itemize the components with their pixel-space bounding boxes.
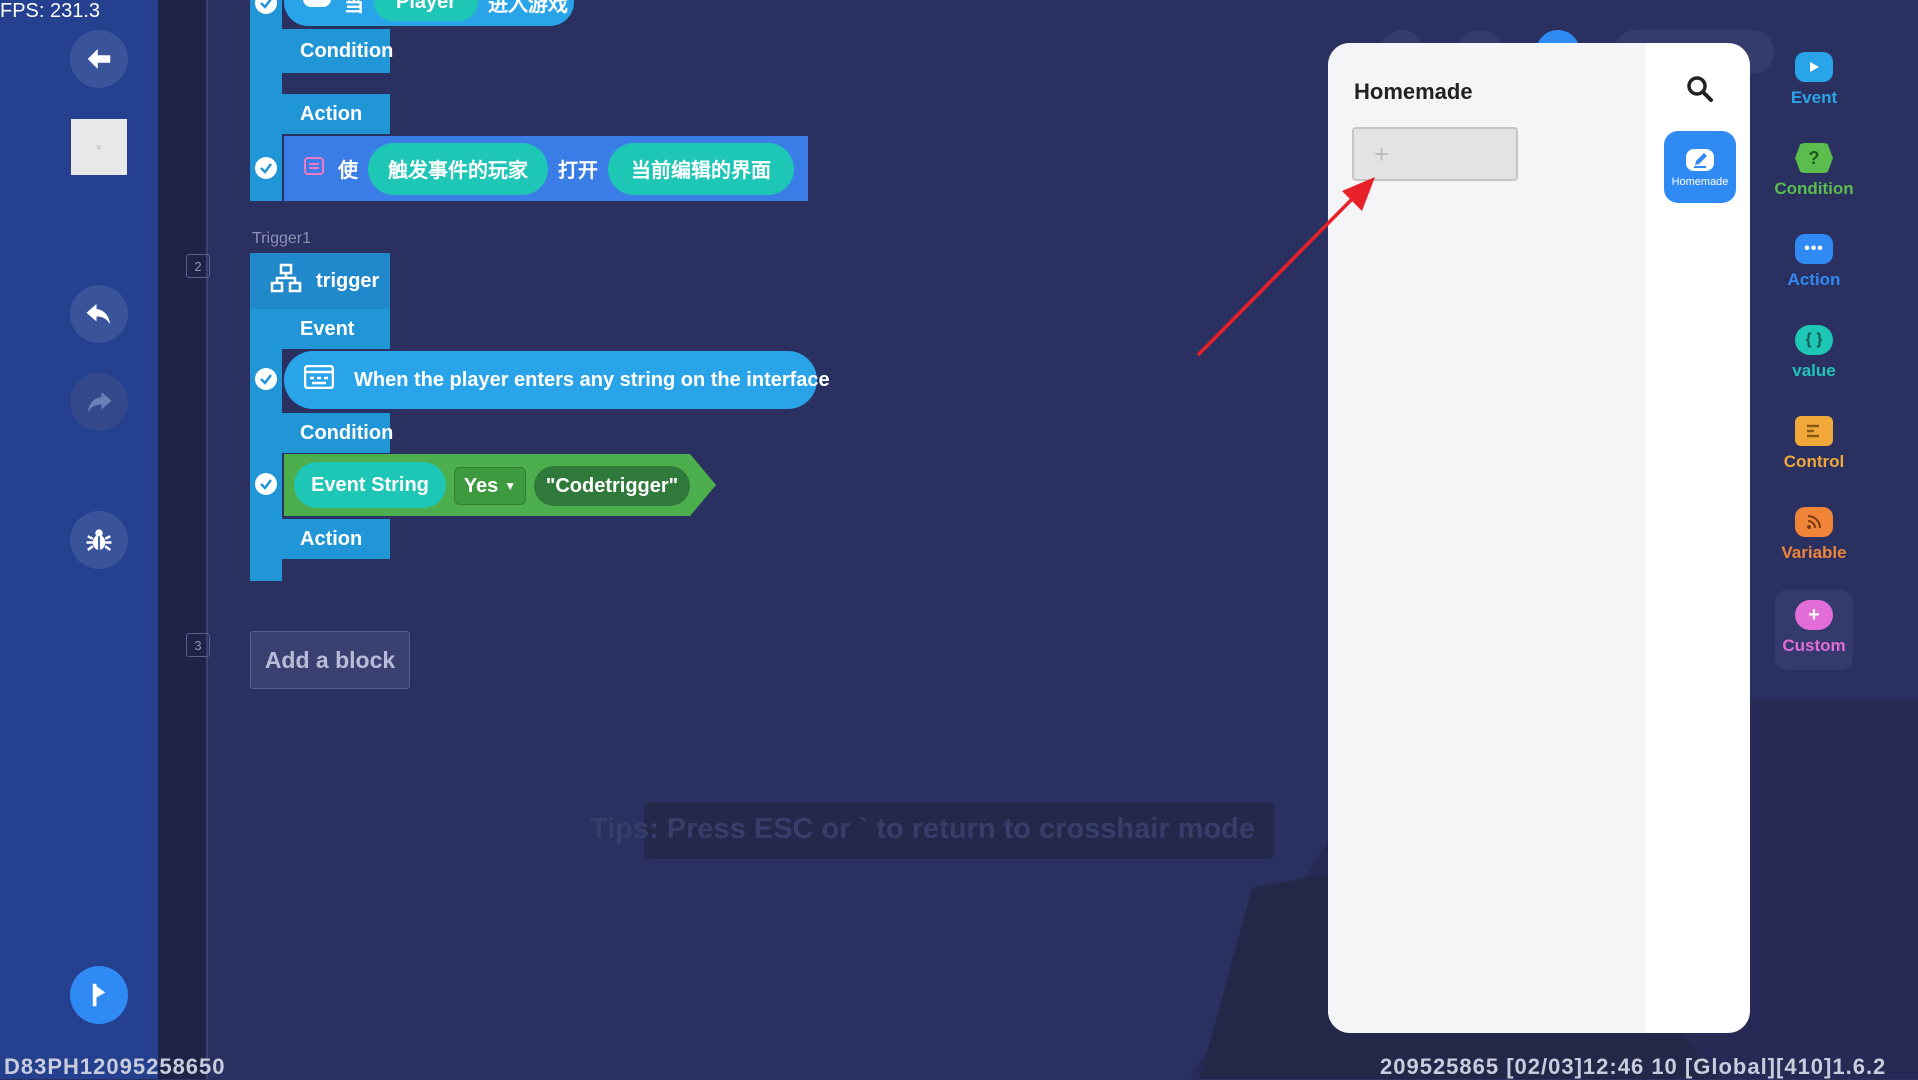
interface-arg[interactable]: 当前编辑的界面 (608, 142, 794, 195)
keyboard-icon (303, 364, 335, 395)
undo-button[interactable] (70, 285, 128, 343)
gamepad-icon (302, 0, 332, 15)
category-condition[interactable]: ? Condition (1764, 143, 1864, 199)
add-block-button[interactable]: Add a block (250, 631, 410, 689)
redo-button[interactable] (70, 373, 128, 431)
category-label: Control (1783, 452, 1845, 471)
category-label: Action (1787, 270, 1841, 289)
question-icon: ? (1795, 143, 1833, 173)
chevron-down-icon: ▼ (504, 479, 517, 493)
pencil-icon (1686, 149, 1714, 171)
operator-dropdown[interactable]: Yes ▼ (454, 467, 526, 505)
braces-icon: { } (1795, 325, 1833, 355)
document-thumbnail[interactable]: ▫ (71, 119, 127, 175)
event-prefix: 当 (344, 0, 364, 16)
trigger-name: Trigger1 (252, 230, 311, 247)
event-text: When the player enters any string on the… (354, 368, 830, 391)
plus-cloud-icon: + (1795, 600, 1833, 630)
plus-icon: + (1374, 138, 1390, 169)
rss-icon (1795, 507, 1833, 537)
debug-button[interactable] (70, 511, 128, 569)
operator-value: Yes (463, 474, 499, 497)
device-id: D83PH12095258650 (4, 1054, 226, 1079)
search-icon[interactable] (1684, 73, 1716, 105)
flag-icon (92, 983, 106, 1007)
category-label: Condition (1774, 179, 1854, 198)
interface-icon (304, 156, 324, 182)
category-custom[interactable]: + Custom (1775, 590, 1853, 670)
string-literal[interactable]: "Codetrigger" (534, 466, 690, 506)
action-label: Action (282, 94, 390, 134)
event-label: Event (282, 309, 390, 349)
arrow-left-icon (87, 49, 111, 69)
action-mid: 打开 (558, 160, 598, 182)
category-label: Event (1790, 88, 1838, 107)
check-icon[interactable] (255, 157, 277, 179)
action-label: Action (282, 519, 390, 559)
line-gutter (158, 0, 206, 1079)
session-info: 209525865 [02/03]12:46 10 [Global][410]1… (1380, 1054, 1887, 1079)
run-button[interactable] (70, 966, 128, 1024)
redo-icon (87, 392, 112, 412)
event-string-chip[interactable]: Event String (294, 462, 446, 508)
action-block[interactable]: 使 触发事件的玩家 打开 当前编辑的界面 (284, 136, 808, 201)
check-icon[interactable] (255, 473, 277, 495)
event-block[interactable]: When the player enters any string on the… (284, 351, 830, 409)
condition-label: Condition (282, 29, 393, 73)
condition-label: Condition (282, 413, 393, 453)
category-label: Custom (1782, 636, 1846, 655)
undo-icon (86, 304, 111, 324)
category-action[interactable]: ••• Action (1764, 234, 1864, 290)
back-button[interactable] (70, 30, 128, 88)
tips-text: Tips: Press ESC or ` to return to crossh… (590, 813, 1256, 845)
category-variable[interactable]: Variable (1764, 507, 1864, 563)
line-number: 3 (186, 633, 210, 657)
gutter-divider (206, 0, 208, 1079)
homemade-panel: Homemade + Homemade (1328, 43, 1750, 1033)
category-label: Variable (1781, 543, 1847, 562)
category-value[interactable]: { } value (1764, 325, 1864, 381)
homemade-tab-label: Homemade (1671, 176, 1729, 188)
player-chip[interactable]: Player (374, 0, 479, 21)
fps-counter: FPS: 231.3 (0, 0, 101, 22)
player-arg[interactable]: 触发事件的玩家 (368, 142, 548, 195)
category-control[interactable]: Control (1764, 416, 1864, 472)
play-icon (1795, 52, 1833, 82)
line-number: 2 (186, 254, 210, 278)
hierarchy-icon (270, 263, 302, 299)
event-block[interactable]: 当 Player 进入游戏 (284, 0, 574, 26)
check-icon[interactable] (255, 368, 277, 390)
new-block-button[interactable]: + (1352, 127, 1518, 181)
control-icon (1795, 416, 1833, 446)
event-suffix: 进入游戏 (488, 0, 569, 16)
category-event[interactable]: Event (1764, 52, 1864, 108)
trigger-header[interactable]: trigger (250, 253, 390, 309)
dots-icon: ••• (1795, 234, 1833, 264)
homemade-tab[interactable]: Homemade (1664, 131, 1736, 203)
action-verb: 使 (338, 160, 358, 182)
annotation-arrow-icon (1196, 177, 1375, 357)
panel-title: Homemade (1354, 79, 1473, 104)
thumbnail-icon: ▫ (96, 140, 102, 154)
category-label: value (1792, 361, 1836, 380)
trigger-header-label: trigger (316, 269, 380, 292)
bug-icon (86, 529, 112, 551)
